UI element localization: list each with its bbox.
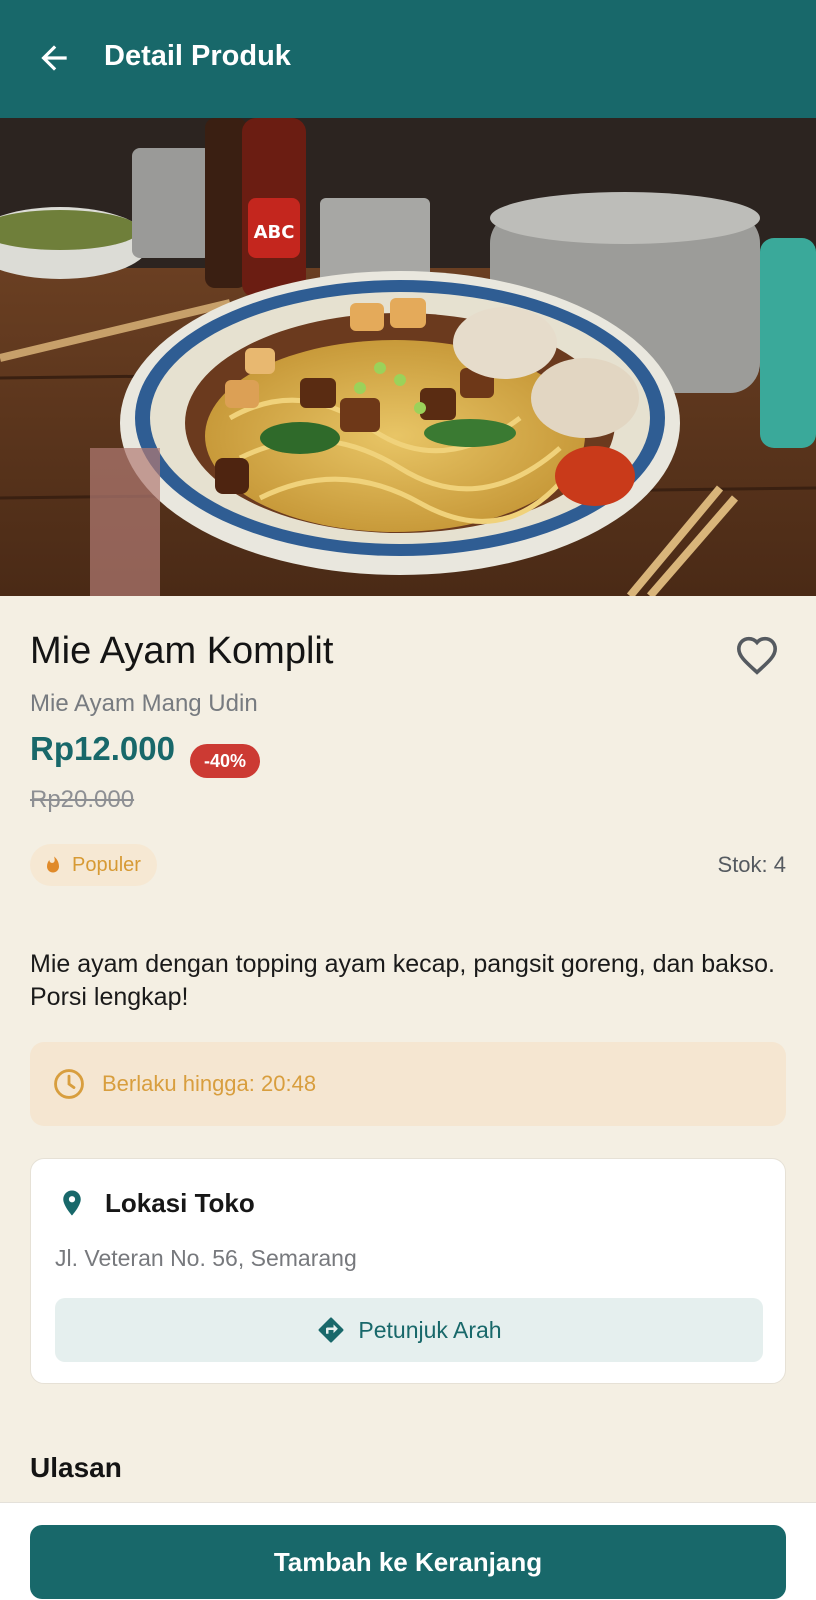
- store-location-card: Lokasi Toko Jl. Veteran No. 56, Semarang…: [30, 1158, 786, 1384]
- back-button[interactable]: [34, 38, 74, 78]
- shop-name[interactable]: Mie Ayam Mang Udin: [30, 690, 258, 718]
- favorite-button[interactable]: [732, 632, 782, 678]
- clock-icon: [54, 1069, 84, 1099]
- product-name: Mie Ayam Komplit: [30, 630, 334, 672]
- reviews-heading: Ulasan: [30, 1452, 122, 1483]
- directions-icon: [318, 1317, 344, 1343]
- stock-count: Stok: 4: [717, 852, 786, 877]
- validity-banner: Berlaku hingga: 20:48: [30, 1042, 786, 1126]
- location-pin-icon: [63, 1190, 81, 1216]
- page-title: Detail Produk: [104, 40, 291, 72]
- svg-text:ABC: ABC: [254, 222, 295, 243]
- flame-icon: [47, 856, 59, 873]
- location-header: Lokasi Toko: [57, 1185, 255, 1221]
- directions-label: Petunjuk Arah: [358, 1316, 502, 1343]
- popular-badge: Populer: [30, 844, 157, 886]
- validity-text: Berlaku hingga: 20:48: [102, 1071, 317, 1096]
- location-title: Lokasi Toko: [105, 1187, 255, 1218]
- discount-badge: -40%: [190, 744, 261, 778]
- arrow-left-icon: [41, 45, 67, 71]
- product-description: Mie ayam dengan topping ayam kecap, pang…: [30, 950, 775, 1011]
- app-bar: Detail Produk: [0, 0, 816, 118]
- directions-button[interactable]: Petunjuk Arah: [55, 1298, 763, 1362]
- store-address: Jl. Veteran No. 56, Semarang: [55, 1245, 357, 1271]
- popular-label: Populer: [72, 853, 141, 876]
- heart-outline-icon: [736, 636, 778, 675]
- bottom-action-bar: Tambah ke Keranjang: [0, 1502, 816, 1600]
- product-image: ABC: [0, 118, 816, 596]
- add-to-cart-button[interactable]: Tambah ke Keranjang: [30, 1525, 786, 1599]
- price: Rp12.000: [30, 730, 175, 767]
- original-price: Rp20.000: [30, 786, 135, 813]
